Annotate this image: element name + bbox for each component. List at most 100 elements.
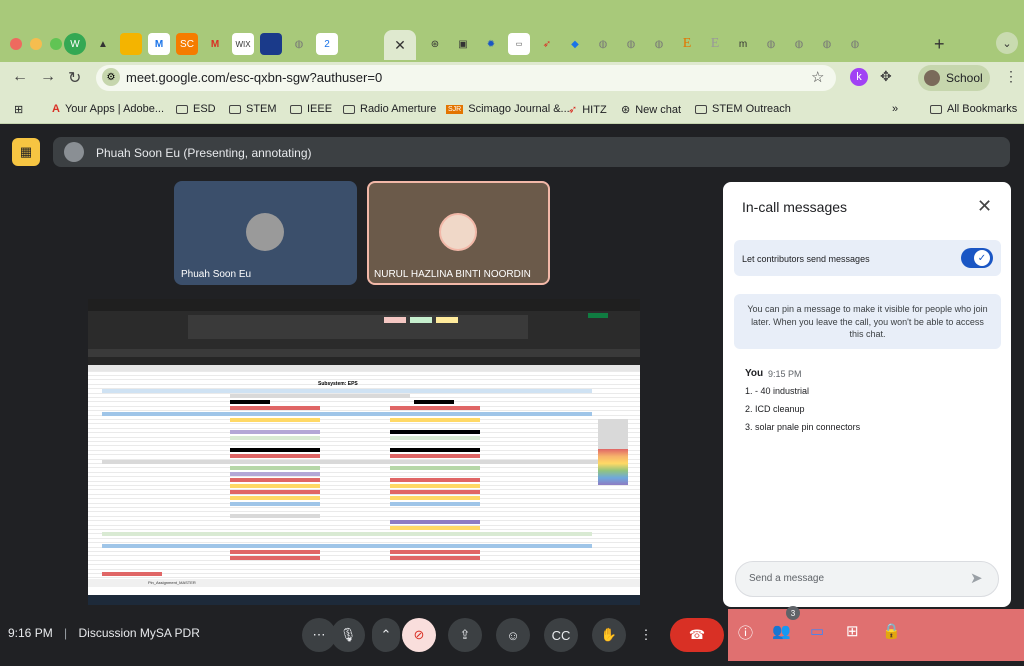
bookmark-esd[interactable]: ESD	[176, 103, 216, 115]
bookmark-adobe[interactable]: A Your Apps | Adobe...	[52, 103, 164, 115]
table-row	[102, 544, 592, 548]
apps-grid-icon[interactable]: ⊞	[14, 103, 23, 116]
bookmark-ieee[interactable]: IEEE	[290, 103, 332, 115]
bookmark-new-chat[interactable]: ⊛ New chat	[621, 103, 681, 117]
participant-name: Phuah Soon Eu	[181, 269, 252, 280]
chevron-up-icon[interactable]: ⌃	[372, 618, 400, 652]
participant-tile[interactable]: Phuah Soon Eu	[174, 181, 357, 285]
extensions-icon[interactable]: ✥	[880, 68, 892, 85]
globe-tab-icon[interactable]: ◍	[620, 33, 642, 55]
bookmark-star-icon[interactable]: ☆	[811, 68, 824, 86]
emoji-reaction-icon[interactable]: ☺	[496, 618, 530, 652]
bookmarks-overflow-icon[interactable]: »	[892, 103, 898, 115]
bookmark-radio[interactable]: Radio Amerture	[343, 103, 436, 115]
tab-icon[interactable]: W	[64, 33, 86, 55]
bookmark-stem-outreach[interactable]: STEM Outreach	[695, 103, 791, 115]
close-tab-icon[interactable]: ✕	[394, 37, 406, 54]
bookmark-scimago[interactable]: SJR Scimago Journal &...	[446, 103, 570, 115]
microphone-icon[interactable]: 🎙	[331, 618, 365, 652]
participant-count-badge: 3	[786, 606, 800, 620]
window-controls[interactable]	[10, 38, 62, 50]
meeting-info: 9:16 PM | Discussion MySA PDR	[8, 626, 200, 640]
e-tab-icon[interactable]: E	[704, 33, 726, 55]
reload-button[interactable]: ↻	[68, 68, 81, 88]
globe-tab-icon[interactable]: ◍	[844, 33, 866, 55]
globe-tab-icon[interactable]: ◍	[760, 33, 782, 55]
table-row	[390, 520, 480, 524]
check-icon[interactable]: ✓	[974, 250, 990, 266]
table-row	[230, 490, 320, 494]
table-row	[390, 550, 480, 554]
table-row	[230, 556, 320, 560]
presenter-name: Phuah Soon Eu (Presenting, annotating)	[96, 146, 312, 160]
meeting-time: 9:16 PM	[8, 626, 53, 640]
more-vert-icon[interactable]: ⋮	[636, 618, 656, 652]
e-tab-icon[interactable]: E	[676, 33, 698, 55]
sc-tab-icon[interactable]: SC	[176, 33, 198, 55]
wix-tab-icon[interactable]: WIX	[232, 33, 254, 55]
people-icon[interactable]: 👥	[772, 622, 791, 640]
browser-menu-icon[interactable]: ⋮	[1004, 68, 1018, 85]
activities-icon[interactable]: ⊞	[846, 622, 859, 640]
chat-icon[interactable]: ▭	[810, 622, 824, 640]
tab-icon[interactable]: ▣	[452, 33, 474, 55]
gmail-tab-icon[interactable]: M	[204, 33, 226, 55]
all-bookmarks[interactable]: All Bookmarks	[930, 103, 1017, 115]
close-icon[interactable]: ✕	[977, 196, 992, 217]
presentation-icon[interactable]: ▦	[12, 138, 40, 166]
folder-icon	[695, 104, 707, 114]
globe-tab-icon[interactable]: ◍	[288, 33, 310, 55]
table-row	[390, 466, 480, 470]
formula-bar	[88, 357, 640, 365]
globe-tab-icon[interactable]: ◍	[648, 33, 670, 55]
folder-icon	[229, 104, 241, 114]
forward-button[interactable]: →	[40, 68, 56, 86]
tab-search-button[interactable]: ⌄	[996, 32, 1018, 54]
back-button[interactable]: ←	[12, 68, 28, 86]
slides-tab-icon[interactable]	[120, 33, 142, 55]
maximize-window-icon[interactable]	[50, 38, 62, 50]
calendar-tab-icon[interactable]: 2	[316, 33, 338, 55]
m-tab-icon[interactable]: M	[148, 33, 170, 55]
tab-icon[interactable]: m	[732, 33, 754, 55]
bookmark-hitz[interactable]: ➶ HITZ	[568, 103, 607, 117]
minimize-window-icon[interactable]	[30, 38, 42, 50]
avatar	[439, 213, 477, 251]
tab-list-right[interactable]: ⊛ ▣ ✹ ▭ ➶ ◆ ◍ ◍ ◍ E E m ◍ ◍ ◍ ◍	[424, 33, 866, 55]
tab-icon[interactable]: ▭	[508, 33, 530, 55]
end-call-icon[interactable]: ☎	[670, 618, 724, 652]
tab-list[interactable]: W ▲ M SC M WIX ◍ 2	[64, 33, 338, 55]
globe-tab-icon[interactable]: ◍	[592, 33, 614, 55]
table-row	[230, 472, 320, 476]
close-window-icon[interactable]	[10, 38, 22, 50]
annotation-label	[102, 572, 162, 576]
extension-k-icon[interactable]: k	[850, 68, 868, 86]
profile-button[interactable]: School	[918, 65, 990, 91]
table-row	[230, 454, 320, 458]
tab-icon[interactable]	[260, 33, 282, 55]
bookmark-stem[interactable]: STEM	[229, 103, 277, 115]
send-icon[interactable]: ➤	[970, 569, 983, 587]
captions-icon[interactable]: CC	[544, 618, 578, 652]
globe-tab-icon[interactable]: ◍	[788, 33, 810, 55]
color-legend	[598, 449, 628, 485]
active-tab[interactable]: ✕	[384, 30, 416, 60]
message-line: 2. ICD cleanup	[745, 404, 805, 414]
url-text[interactable]: meet.google.com/esc-qxbn-sgw?authuser=0	[126, 70, 382, 85]
chatgpt-tab-icon[interactable]: ⊛	[424, 33, 446, 55]
info-icon[interactable]: ⓘ	[738, 622, 753, 643]
tab-icon[interactable]: ◆	[564, 33, 586, 55]
globe-tab-icon[interactable]: ◍	[816, 33, 838, 55]
participant-tile-speaking[interactable]: NURUL HAZLINA BINTI NOORDIN	[367, 181, 550, 285]
tab-icon[interactable]: ✹	[480, 33, 502, 55]
new-tab-button[interactable]: +	[934, 34, 945, 55]
raise-hand-icon[interactable]: ✋	[592, 618, 626, 652]
present-screen-icon[interactable]: ⇪	[448, 618, 482, 652]
camera-off-icon[interactable]: ⊘	[402, 618, 436, 652]
table-row	[230, 502, 320, 506]
host-controls-icon[interactable]: 🔒	[882, 622, 901, 640]
site-info-icon[interactable]: ⚙	[102, 68, 120, 86]
table-row	[390, 502, 480, 506]
tab-icon[interactable]: ➶	[536, 33, 558, 55]
drive-tab-icon[interactable]: ▲	[92, 33, 114, 55]
